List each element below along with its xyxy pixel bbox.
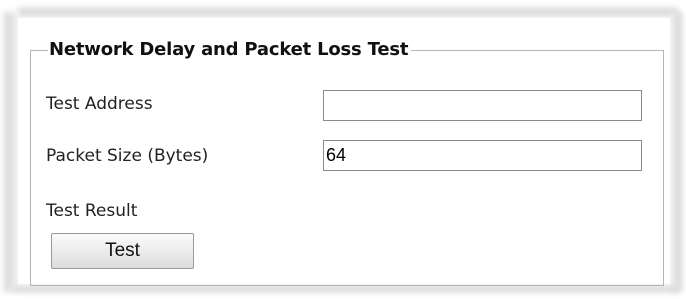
- screenshot-frame: Network Delay and Packet Loss Test Test …: [0, 0, 686, 299]
- blurred-edge-top: [18, 8, 678, 18]
- packet-size-input[interactable]: [323, 140, 642, 171]
- test-button[interactable]: Test: [51, 233, 194, 269]
- test-address-label: Test Address: [46, 94, 153, 114]
- test-result-label: Test Result: [46, 201, 138, 221]
- groupbox-title: Network Delay and Packet Loss Test: [48, 39, 412, 60]
- blurred-edge-right: [670, 12, 682, 292]
- packet-size-label: Packet Size (Bytes): [46, 146, 209, 166]
- blurred-edge-left: [4, 12, 18, 292]
- test-address-input[interactable]: [323, 90, 642, 121]
